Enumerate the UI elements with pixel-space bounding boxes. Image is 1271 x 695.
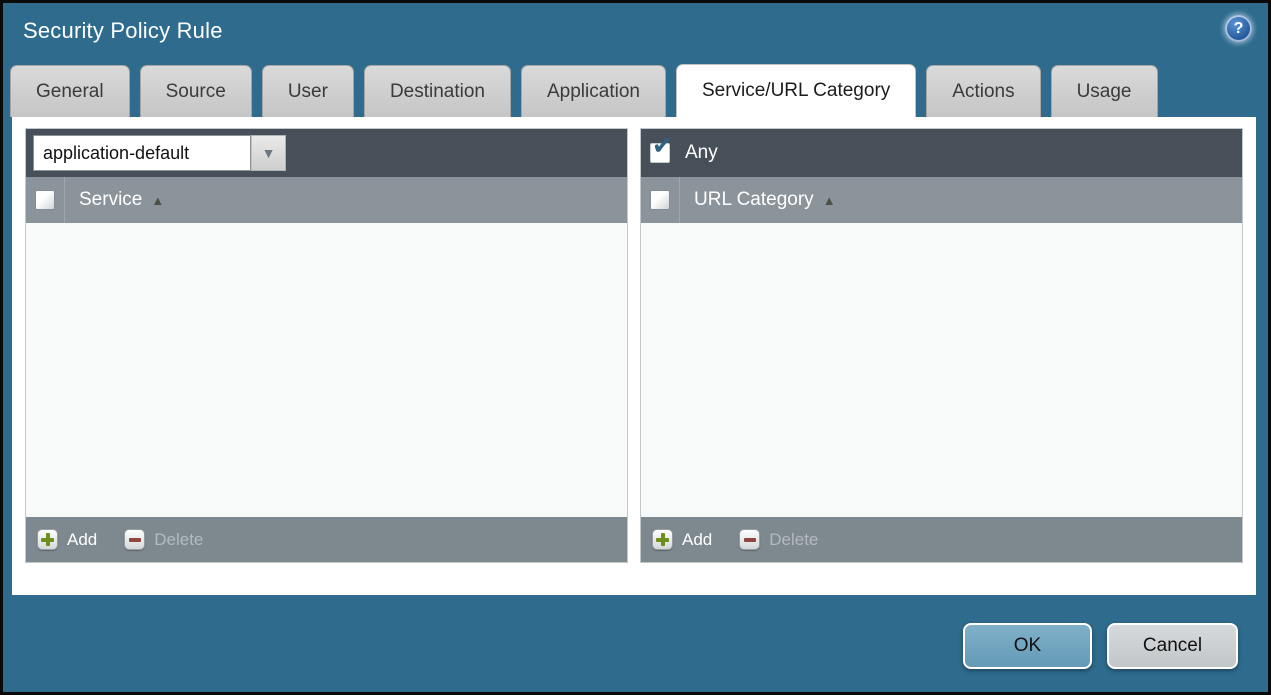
service-toolbar: ▼ [26, 129, 627, 177]
plus-icon [652, 529, 673, 550]
cancel-button[interactable]: Cancel [1107, 623, 1238, 669]
url-category-select-all-checkbox[interactable] [650, 190, 670, 210]
tab-source[interactable]: Source [139, 65, 252, 117]
service-dropdown-input[interactable] [33, 135, 251, 171]
chevron-down-icon: ▼ [261, 145, 276, 161]
tab-actions[interactable]: Actions [926, 65, 1041, 117]
tab-service-url-category[interactable]: Service/URL Category [675, 64, 917, 117]
url-category-column-header-label: URL Category [694, 189, 814, 210]
tab-destination[interactable]: Destination [363, 65, 511, 117]
service-list [26, 223, 627, 517]
url-category-panel: ✔ Any URL Category ▲ Add Delete [640, 128, 1243, 563]
tab-bar: General Source User Destination Applicat… [10, 64, 1158, 117]
service-select-all-cell [26, 177, 65, 223]
service-column-header[interactable]: Service ▲ [79, 189, 164, 211]
url-category-delete-label: Delete [769, 529, 819, 549]
url-category-column-header-row: URL Category ▲ [641, 177, 1242, 223]
url-category-toolbar: ✔ Any [641, 129, 1242, 177]
tab-content: ▼ Service ▲ Add Dele [12, 117, 1256, 595]
dialog-titlebar: Security Policy Rule ? [3, 3, 1268, 65]
service-delete-button[interactable]: Delete [124, 529, 203, 550]
plus-icon [37, 529, 58, 550]
any-checkbox[interactable]: ✔ [650, 134, 673, 163]
tab-user[interactable]: User [261, 65, 354, 117]
any-label: Any [685, 142, 718, 163]
help-icon-glyph: ? [1233, 19, 1244, 37]
help-icon[interactable]: ? [1225, 15, 1252, 42]
service-column-header-label: Service [79, 189, 143, 210]
service-footer: Add Delete [26, 517, 627, 562]
url-category-column-header[interactable]: URL Category ▲ [694, 189, 836, 211]
tab-general[interactable]: General [10, 65, 130, 117]
url-category-list [641, 223, 1242, 517]
sort-asc-icon: ▲ [151, 192, 165, 208]
url-category-delete-button[interactable]: Delete [739, 529, 818, 550]
service-select-all-checkbox[interactable] [35, 190, 55, 210]
minus-icon [739, 529, 761, 550]
security-policy-rule-dialog: Security Policy Rule ? General Source Us… [0, 0, 1271, 695]
service-add-label: Add [67, 529, 98, 549]
service-column-header-row: Service ▲ [26, 177, 627, 223]
url-category-footer: Add Delete [641, 517, 1242, 562]
service-dropdown-button[interactable]: ▼ [251, 135, 286, 171]
sort-asc-icon: ▲ [822, 192, 836, 208]
url-category-select-all-cell [641, 177, 680, 223]
minus-icon [124, 529, 146, 550]
ok-button[interactable]: OK [963, 623, 1092, 669]
tab-application[interactable]: Application [521, 65, 666, 117]
url-category-add-button[interactable]: Add [652, 529, 712, 550]
check-icon: ✔ [652, 132, 673, 160]
tab-usage[interactable]: Usage [1050, 65, 1158, 117]
service-add-button[interactable]: Add [37, 529, 97, 550]
service-delete-label: Delete [154, 529, 204, 549]
url-category-add-label: Add [682, 529, 713, 549]
dialog-title: Security Policy Rule [23, 18, 223, 43]
service-panel: ▼ Service ▲ Add Dele [25, 128, 628, 563]
